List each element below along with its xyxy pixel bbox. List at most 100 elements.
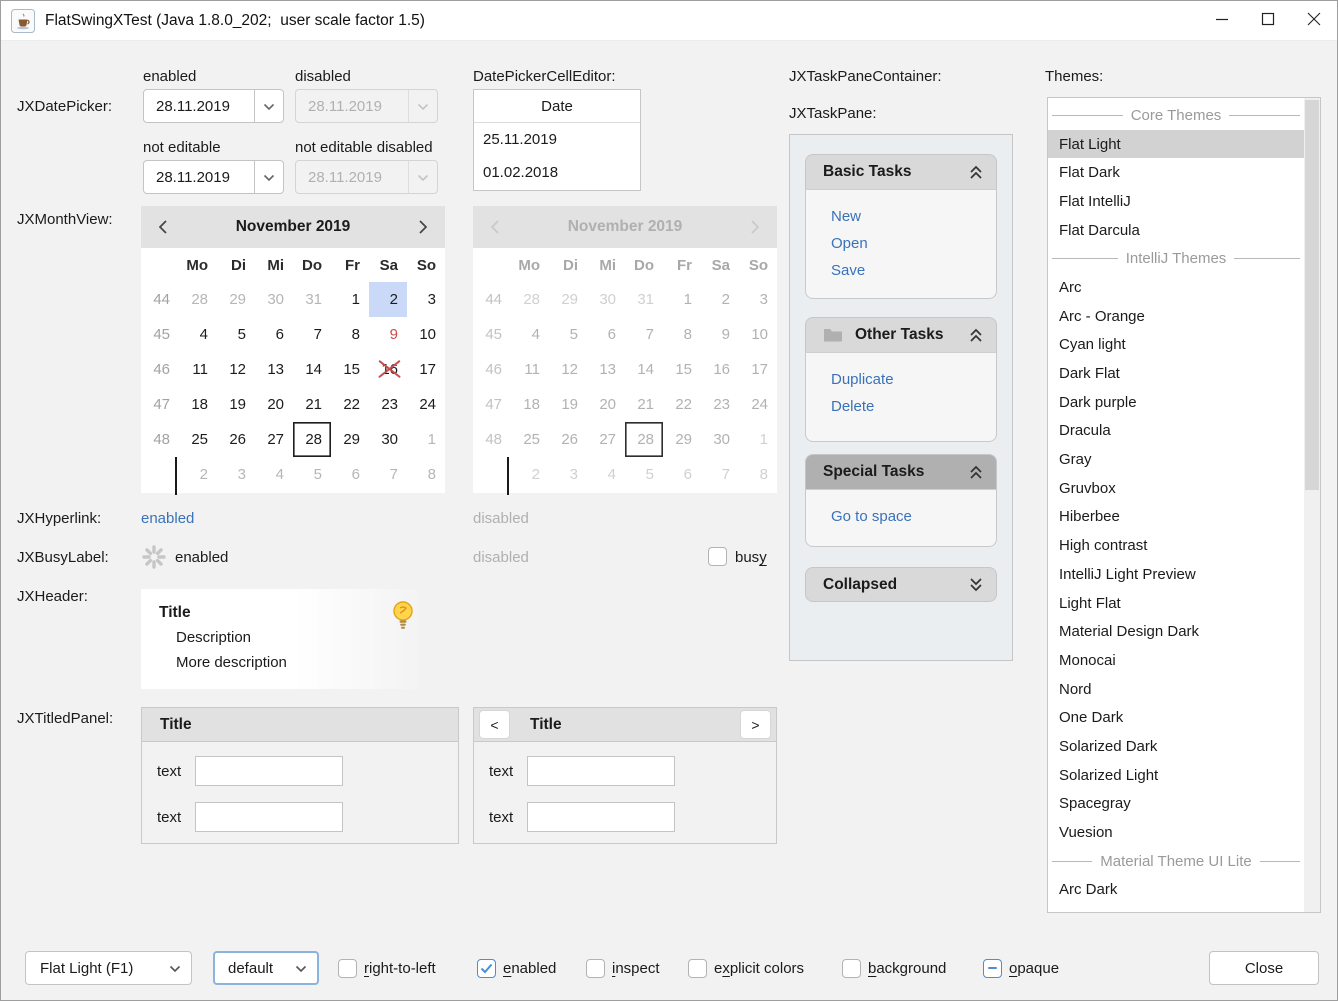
theme-list-item[interactable]: Vuesion [1048,818,1304,847]
theme-list-item[interactable]: Dark Flat [1048,359,1304,388]
checkbox-box[interactable] [842,959,861,978]
datepicker-enabled[interactable]: 28.11.2019 [143,89,284,123]
theme-list-item[interactable]: Flat Darcula [1048,216,1304,245]
day-cell[interactable]: 4 [255,457,293,492]
theme-list-item[interactable]: Spacegray [1048,790,1304,819]
text-field[interactable] [527,802,675,832]
theme-list-item[interactable]: IntelliJ Light Preview [1048,560,1304,589]
taskpane-title-bar[interactable]: Other Tasks [805,317,997,352]
theme-list-item[interactable]: Hiberbee [1048,503,1304,532]
datepicker-dropdown-button[interactable] [254,90,283,122]
datepicker-cell-editor-table[interactable]: Date 25.11.201901.02.2018 [473,89,641,191]
day-cell[interactable]: 11 [179,352,217,387]
theme-list-item[interactable]: Arc [1048,273,1304,302]
busy-checkbox[interactable] [708,547,727,566]
day-cell[interactable]: 1 [331,282,369,317]
maximize-button[interactable] [1245,1,1291,40]
mode-combobox[interactable]: default [213,951,319,985]
theme-list-item[interactable]: Arc - Orange [1048,302,1304,331]
day-cell[interactable]: 15 [331,352,369,387]
close-button[interactable]: Close [1209,951,1319,985]
day-cell[interactable]: 21 [293,387,331,422]
checkbox-opaque[interactable]: opaque [983,951,1059,985]
day-cell[interactable]: 14 [293,352,331,387]
checkbox-box[interactable] [586,959,605,978]
theme-list-item[interactable]: Monocai [1048,646,1304,675]
task-link-open[interactable]: Open [831,235,996,253]
close-window-button[interactable] [1291,1,1337,40]
day-cell[interactable]: 26 [217,422,255,457]
day-cell[interactable]: 16 [369,352,407,387]
theme-list-item[interactable]: High contrast [1048,531,1304,560]
day-cell[interactable]: 13 [255,352,293,387]
busy-checkbox-label[interactable]: busy [735,549,767,566]
table-row[interactable]: 01.02.2018 [474,156,640,189]
day-cell[interactable]: 18 [179,387,217,422]
theme-list-item[interactable]: Flat Dark [1048,158,1304,187]
day-cell[interactable]: 12 [217,352,255,387]
taskpane-title-bar[interactable]: Collapsed [805,567,997,602]
datepicker-value[interactable]: 28.11.2019 [144,169,254,186]
minimize-button[interactable] [1199,1,1245,40]
day-cell[interactable]: 6 [255,317,293,352]
previous-month-button[interactable] [141,206,185,248]
day-cell[interactable]: 7 [293,317,331,352]
day-cell[interactable]: 30 [369,422,407,457]
day-cell[interactable]: 4 [179,317,217,352]
task-link-go-to-space[interactable]: Go to space [831,508,996,526]
task-link-delete[interactable]: Delete [831,398,996,416]
day-cell[interactable]: 23 [369,387,407,422]
checkbox-enabled[interactable]: enabled [477,951,556,985]
day-cell[interactable]: 2 [369,282,407,317]
datepicker-dropdown-button[interactable] [254,161,283,193]
day-cell[interactable]: 24 [407,387,445,422]
text-field[interactable] [527,756,675,786]
next-month-button[interactable] [401,206,445,248]
theme-list-item[interactable]: One Dark [1048,703,1304,732]
day-cell[interactable]: 7 [369,457,407,492]
day-cell[interactable]: 5 [293,457,331,492]
task-link-save[interactable]: Save [831,262,996,280]
checkbox-explicit-colors[interactable]: explicit colors [688,951,804,985]
day-cell[interactable]: 30 [255,282,293,317]
theme-list-item[interactable]: Arc Dark Contrast [1048,904,1304,913]
checkbox-right-to-left[interactable]: right-to-left [338,951,436,985]
theme-list-item[interactable]: Gruvbox [1048,474,1304,503]
checkbox-inspect[interactable]: inspect [586,951,660,985]
day-cell[interactable]: 25 [179,422,217,457]
theme-list-item[interactable]: Dracula [1048,417,1304,446]
datepicker-noteditable[interactable]: 28.11.2019 [143,160,284,194]
theme-list-item[interactable]: Flat IntelliJ [1048,187,1304,216]
day-cell[interactable]: 8 [331,317,369,352]
day-cell[interactable]: 17 [407,352,445,387]
scrollbar-track[interactable] [1304,98,1320,912]
day-cell[interactable]: 8 [407,457,445,492]
hyperlink-enabled[interactable]: enabled [141,510,194,527]
day-cell[interactable]: 19 [217,387,255,422]
checkbox-box[interactable] [688,959,707,978]
theme-list-item[interactable]: Arc Dark [1048,876,1304,905]
day-cell[interactable]: 27 [255,422,293,457]
day-cell[interactable]: 6 [331,457,369,492]
task-link-new[interactable]: New [831,208,996,226]
day-cell[interactable]: 2 [179,457,217,492]
day-cell[interactable]: 5 [217,317,255,352]
theme-list-item[interactable]: Solarized Dark [1048,732,1304,761]
text-field[interactable] [195,756,343,786]
monthview-enabled[interactable]: November 2019MoDiMiDoFrSaSo4428293031123… [141,206,445,493]
taskpane-title-bar[interactable]: Special Tasks [805,454,997,489]
theme-list-item[interactable]: Nord [1048,675,1304,704]
day-cell[interactable]: 29 [217,282,255,317]
day-cell[interactable]: 1 [407,422,445,457]
table-row[interactable]: 25.11.2019 [474,123,640,156]
checkbox-background[interactable]: background [842,951,946,985]
theme-combobox[interactable]: Flat Light (F1) [25,951,192,985]
theme-list-item[interactable]: Material Design Dark [1048,617,1304,646]
day-cell[interactable]: 20 [255,387,293,422]
theme-list-item[interactable]: Dark purple [1048,388,1304,417]
day-cell[interactable]: 31 [293,282,331,317]
title-next-button[interactable]: > [740,710,771,739]
text-field[interactable] [195,802,343,832]
day-cell[interactable]: 28 [179,282,217,317]
day-cell[interactable]: 3 [217,457,255,492]
